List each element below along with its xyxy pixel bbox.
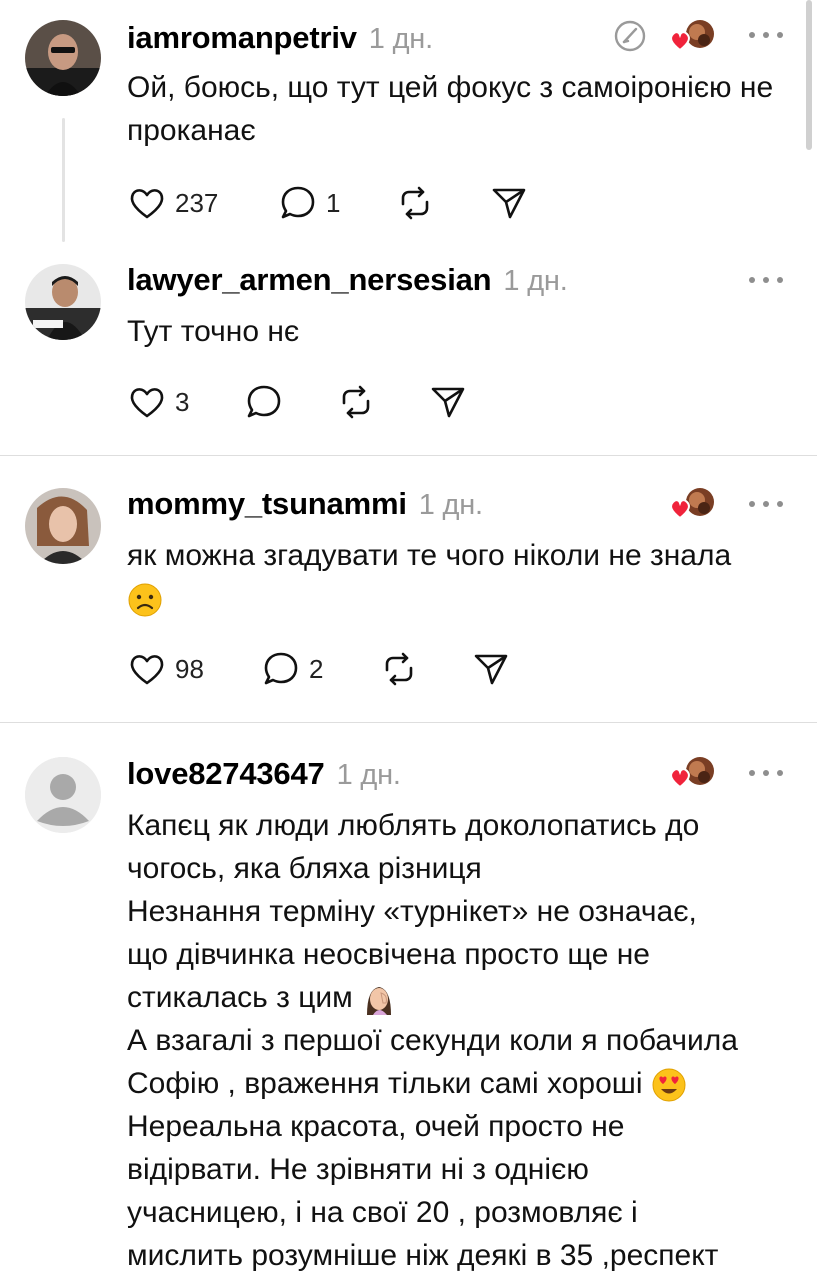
more-icon[interactable] [749,30,783,40]
share-icon [474,654,508,685]
reply-count: 1 [326,187,341,218]
like-button[interactable]: 3 [127,382,189,422]
more-icon[interactable] [749,275,783,285]
repost-button[interactable] [379,649,419,689]
avatar[interactable] [25,264,101,340]
frowning-face-emoji [128,583,162,617]
username[interactable]: lawyer_armen_nersesian 1 дн. [127,262,568,298]
comment-text: Ой, боюсь, що тут цей фокус з самоіроніє… [127,71,782,147]
comment-text-line: учасницею, і на свої 20 , розмовляє і [127,1196,638,1229]
heart-eyes-emoji [652,1068,686,1102]
comment-icon [264,652,298,685]
facepalm-emoji [367,987,392,1016]
comment-post: lawyer_armen_nersesian 1 дн. Тут точно нє… [0,250,817,455]
timestamp: 1 дн. [368,23,433,55]
avatar[interactable] [25,488,101,564]
username-text[interactable]: mommy_tsunammi [127,486,407,521]
like-count: 98 [175,653,204,684]
share-icon [492,188,526,219]
comment-text-line: Софію , враження тільки самі хороші [127,1062,787,1105]
comment-icon [247,385,281,418]
repost-button[interactable] [395,183,435,223]
action-bar: 98 2 [127,649,547,689]
comment-text-line: чогось, яка бляха різниця [127,852,482,885]
share-icon [431,387,465,418]
liked-by-creator-icon [668,755,716,791]
share-button[interactable] [428,382,468,422]
more-icon[interactable] [749,499,783,509]
comment-text-line: відірвати. Не зрівняти ні з однією [127,1153,589,1186]
edit-icon[interactable] [612,18,648,59]
username[interactable]: love82743647 1 дн. [127,756,401,792]
comment-text-line: Нереальна красота, очей просто не [127,1110,625,1143]
repost-icon [401,186,429,220]
avatar[interactable] [25,20,101,96]
reply-count: 2 [309,653,324,684]
comment-text-line: що дівчинка неосвічена просто ще не [127,938,650,971]
username[interactable]: iamromanpetriv 1 дн. [127,20,433,56]
comment-post: love82743647 1 дн. Капєц як люди люблять … [0,723,817,1280]
like-count: 3 [175,386,190,417]
timestamp: 1 дн. [503,265,568,297]
like-count: 237 [175,187,219,218]
action-bar: 3 [127,382,547,422]
comment-text: Капєц як люди люблять доколопатись до чо… [127,804,787,1277]
thread-line [62,118,65,242]
username-text[interactable]: iamromanpetriv [127,20,357,55]
heart-icon [130,655,164,685]
username[interactable]: mommy_tsunammi 1 дн. [127,486,483,522]
comment-post: mommy_tsunammi 1 дн. як можна згадувати т… [0,456,817,722]
username-text[interactable]: lawyer_armen_nersesian [127,262,492,297]
heart-icon [130,189,164,219]
heart-icon [130,388,164,418]
liked-by-creator-icon [668,486,716,522]
comment-text-line: мислить розумніше ніж деякі в 35 ,респек… [127,1239,719,1272]
comment-text-line: Незнання терміну «турнікет» не означає, [127,895,697,928]
comment-text: Тут точно нє [127,315,300,348]
username-text[interactable]: love82743647 [127,756,325,791]
comment-text-segment: Софію , враження тільки самі хороші [127,1067,643,1100]
comment-text-line: Капєц як люди люблять доколопатись до [127,809,700,842]
timestamp: 1 дн. [418,489,483,521]
share-button[interactable] [471,649,511,689]
timestamp: 1 дн. [336,759,401,791]
reply-button[interactable] [244,382,284,422]
reply-button[interactable]: 1 [278,183,340,223]
comment-text-segment: стикалась з цим [127,981,353,1014]
comments-feed: iamromanpetriv 1 дн. Ой, боюсь, що тут це… [0,0,817,1280]
comment-post: iamromanpetriv 1 дн. Ой, боюсь, що тут це… [0,0,817,250]
comment-text: як можна згадувати те чого ніколи не зна… [127,534,787,620]
avatar[interactable] [25,757,101,833]
repost-icon [342,385,370,419]
repost-button[interactable] [336,382,376,422]
repost-icon [385,652,413,686]
more-icon[interactable] [749,768,783,778]
comment-text-line: А взагалі з першої секунди коли я побачи… [127,1024,738,1057]
like-button[interactable]: 237 [127,183,218,223]
like-button[interactable]: 98 [127,649,204,689]
reply-button[interactable]: 2 [261,649,323,689]
liked-by-creator-icon [668,18,716,54]
share-button[interactable] [489,183,529,223]
comment-icon [281,186,315,219]
comment-text-line: як можна згадувати те чого ніколи не зна… [127,539,732,572]
comment-text-line: стикалась з цим [127,976,787,1019]
action-bar: 237 1 [127,183,547,223]
